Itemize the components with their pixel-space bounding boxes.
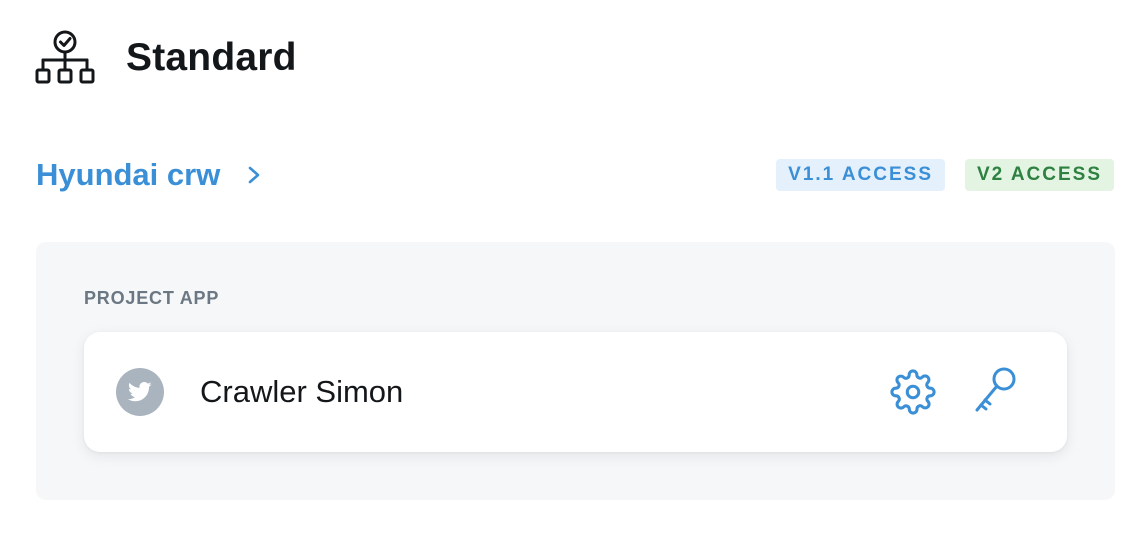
app-settings-button[interactable] (889, 368, 937, 416)
page-header: Standard (34, 28, 297, 88)
project-link[interactable]: Hyundai crw (36, 157, 264, 193)
app-avatar (116, 368, 164, 416)
access-badges: V1.1 ACCESS V2 ACCESS (776, 159, 1114, 191)
v2-access-badge: V2 ACCESS (965, 159, 1114, 191)
app-card: Crawler Simon (84, 332, 1067, 452)
project-app-panel: PROJECT APP Crawler Simon (36, 242, 1115, 500)
app-keys-button[interactable] (969, 366, 1021, 418)
project-name: Hyundai crw (36, 157, 221, 192)
hierarchy-check-icon (35, 30, 95, 84)
chevron-right-icon (249, 166, 260, 184)
page: Standard Hyundai crw V1.1 ACCESS V2 ACCE… (0, 0, 1138, 538)
section-label: PROJECT APP (84, 288, 220, 308)
project-row: Hyundai crw V1.1 ACCESS V2 ACCESS (36, 152, 1114, 198)
v1-access-badge: V1.1 ACCESS (776, 159, 945, 191)
app-actions (889, 366, 1021, 418)
twitter-bird-icon (128, 382, 152, 402)
gear-icon (890, 369, 936, 415)
page-title: Standard (126, 36, 297, 79)
app-name: Crawler Simon (200, 374, 404, 409)
key-icon (975, 367, 1016, 412)
